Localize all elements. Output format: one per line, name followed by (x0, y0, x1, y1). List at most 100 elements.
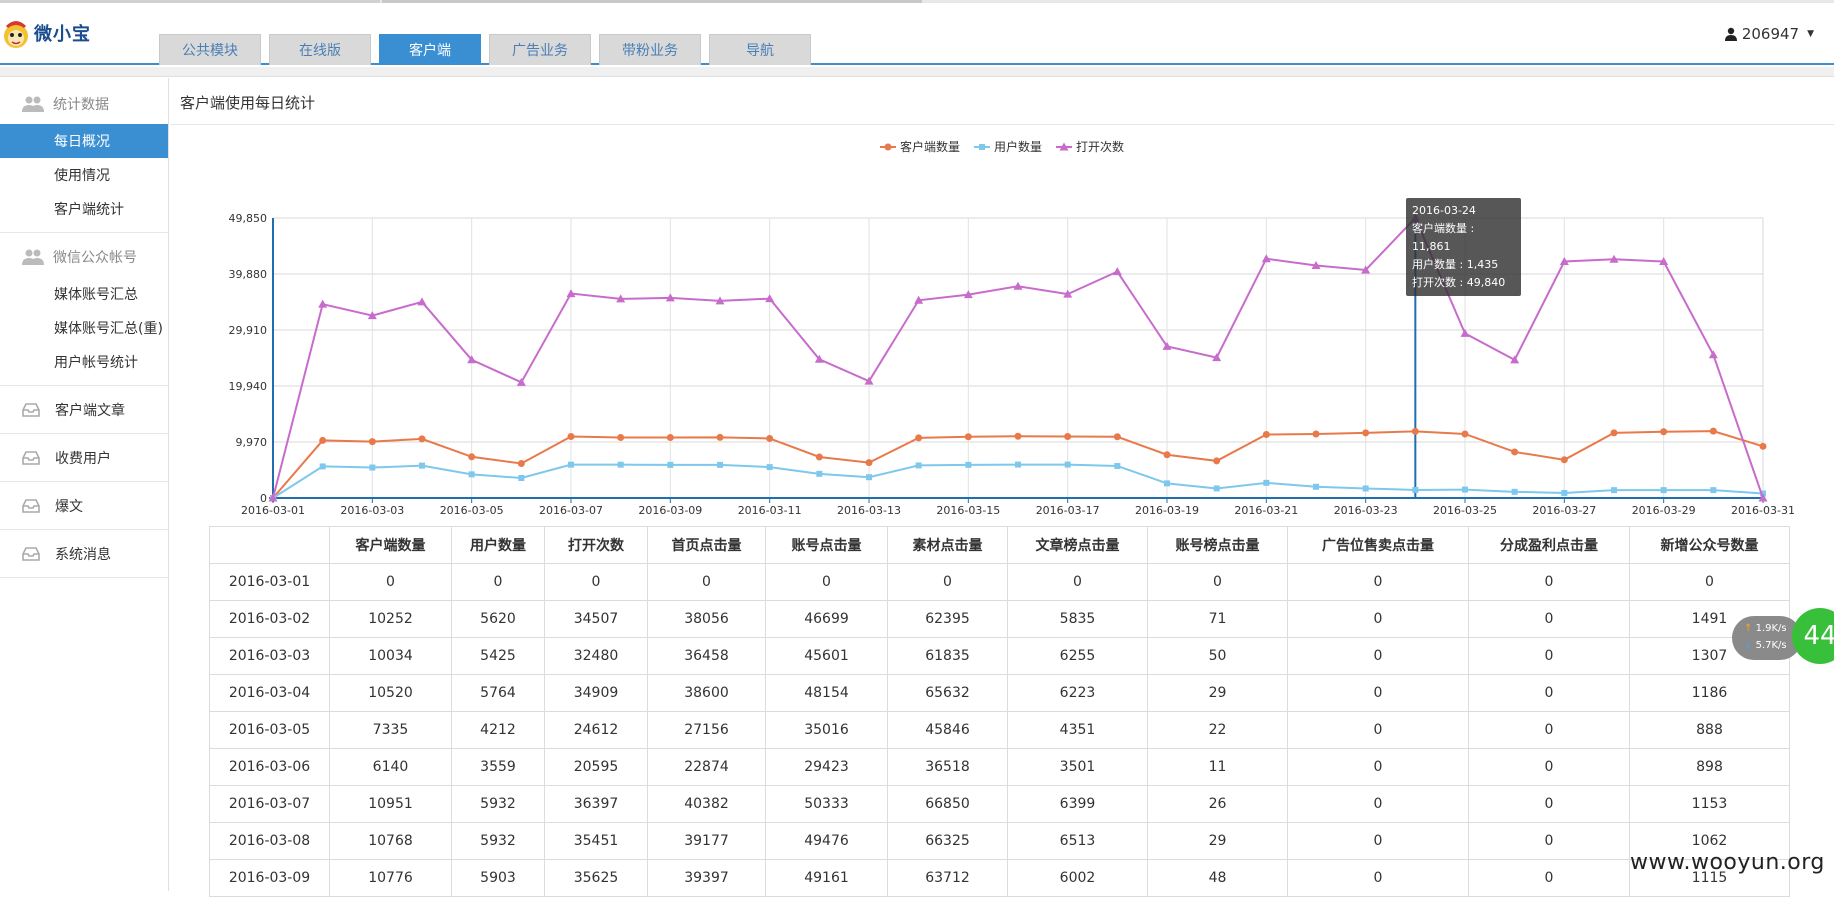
sidebar-link-client-articles[interactable]: 客户端文章 (0, 386, 168, 434)
sidebar-link-hot-articles[interactable]: 爆文 (0, 482, 168, 530)
table-cell: 0 (451, 563, 545, 601)
user-name: 206947 (1741, 25, 1800, 43)
sidebar-item-user-account-stats[interactable]: 用户帐号统计 (0, 345, 168, 379)
data-point (1710, 487, 1717, 494)
mascot-logo-icon (4, 21, 28, 48)
daily-stats-chart: 49,85039,88029,91019,9409,97002016-03-01… (229, 139, 1795, 515)
sidebar-link-system-messages[interactable]: 系统消息 (0, 530, 168, 578)
table-row: 2016-03-02 10252 5620 34507 38056 46699 62395 5… (209, 600, 1790, 638)
table-cell: 6223 (1007, 674, 1148, 712)
y-tick-label: 39,880 (229, 268, 268, 281)
table-row: 2016-03-08 10768 5932 35451 39177 49476 66325 6… (209, 822, 1790, 860)
data-point (716, 433, 724, 441)
users-icon (22, 249, 44, 265)
data-point (568, 461, 574, 468)
data-point (717, 461, 723, 468)
table-cell: 10951 (329, 785, 452, 823)
inbox-icon (22, 498, 40, 513)
table-cell: 0 (1468, 748, 1630, 786)
page-title: 客户端使用每日统计 (180, 94, 316, 112)
table-cell: 0 (1007, 563, 1148, 601)
sidebar-item-media-summary-heavy[interactable]: 媒体账号汇总(重) (0, 311, 168, 345)
data-point (915, 462, 922, 469)
table-cell: 10520 (329, 674, 452, 712)
table-date-cell: 2016-03-06 (209, 748, 330, 786)
tab-navigation[interactable]: 导航 (709, 34, 811, 65)
data-point (1660, 487, 1667, 494)
tab-public-module[interactable]: 公共模块 (159, 34, 261, 65)
sidebar-group-stats[interactable]: 统计数据 (0, 84, 168, 124)
table-cell: 0 (1287, 711, 1469, 749)
x-tick-label: 2016-03-19 (1135, 504, 1199, 515)
table-cell: 0 (329, 563, 452, 601)
table-cell: 45846 (887, 711, 1008, 749)
sidebar-group-wechat[interactable]: 微信公众帐号 (0, 237, 168, 277)
table-cell: 5932 (451, 785, 545, 823)
sidebar-link-label: 客户端文章 (55, 402, 125, 419)
table-cell: 27156 (647, 711, 766, 749)
table-cell: 34909 (544, 674, 648, 712)
table-cell: 5835 (1007, 600, 1148, 638)
table-cell: 0 (647, 563, 766, 601)
speed-badge: 44 (1792, 608, 1834, 664)
data-point (1263, 479, 1270, 486)
user-menu[interactable]: 206947 ▼ (1724, 25, 1814, 43)
tab-ad-business[interactable]: 广告业务 (489, 34, 591, 65)
network-speed-widget[interactable]: ↑ 1.9K/s ↓ 5.7K/s 44 (1730, 608, 1834, 668)
sidebar-link-paid-users[interactable]: 收费用户 (0, 434, 168, 482)
y-tick-label: 29,910 (229, 324, 268, 337)
tooltip-line: 打开次数 : 49,840 (1412, 276, 1506, 289)
table-header-row: 客户端数量 用户数量 打开次数 首页点击量 账号点击量 素材点击量 文章榜点击量 账号榜点击量… (209, 526, 1790, 564)
sidebar-item-client-stats[interactable]: 客户端统计 (0, 192, 168, 226)
sidebar-item-usage[interactable]: 使用情况 (0, 158, 168, 192)
data-point (468, 453, 476, 461)
legend-marker (979, 144, 985, 150)
inbox-icon (22, 546, 40, 561)
y-tick-label: 9,970 (236, 436, 268, 449)
table-cell: 62395 (887, 600, 1008, 638)
table-cell: 35451 (544, 822, 648, 860)
data-point (1015, 461, 1021, 468)
sidebar-group-label: 微信公众帐号 (53, 250, 137, 266)
data-point (1511, 488, 1518, 495)
x-tick-label: 2016-03-11 (738, 504, 802, 515)
logo[interactable]: 微小宝 (2, 13, 172, 53)
data-point (319, 463, 326, 470)
user-icon (1724, 27, 1737, 41)
data-point (964, 433, 972, 441)
sidebar-item-media-summary[interactable]: 媒体账号汇总 (0, 277, 168, 311)
data-point (1362, 429, 1370, 437)
top-tabs: 公共模块 在线版 客户端 广告业务 带粉业务 导航 (159, 34, 819, 65)
table-cell: 0 (1468, 600, 1630, 638)
table-cell: 0 (1468, 637, 1630, 675)
tooltip-line: 客户端数量 : 11,861 (1412, 222, 1475, 253)
sidebar-item-daily-overview[interactable]: 每日概况 (0, 124, 168, 158)
tooltip-line: 用户数量 : 1,435 (1412, 258, 1499, 271)
data-point (1113, 433, 1121, 441)
data-point (368, 438, 376, 446)
data-point (1759, 442, 1767, 450)
data-point (468, 471, 475, 478)
table-cell: 0 (1287, 748, 1469, 786)
tab-online[interactable]: 在线版 (269, 34, 371, 65)
tab-client[interactable]: 客户端 (379, 34, 481, 65)
inbox-icon (22, 450, 40, 465)
x-tick-label: 2016-03-31 (1731, 504, 1795, 515)
table-cell: 0 (1287, 674, 1469, 712)
y-tick-label: 49,850 (229, 212, 268, 225)
data-point (667, 461, 674, 468)
data-point (1213, 485, 1220, 492)
data-point (617, 461, 624, 468)
tab-fans-business[interactable]: 带粉业务 (599, 34, 701, 65)
table-row: 2016-03-01 0 0 0 0 0 0 0 0 0 0 0 (209, 563, 1790, 601)
x-tick-label: 2016-03-09 (638, 504, 702, 515)
table-header-cell: 账号点击量 (765, 526, 888, 564)
table-cell: 32480 (544, 637, 648, 675)
table-cell: 20595 (544, 748, 648, 786)
legend-label: 打开次数 (1076, 139, 1124, 154)
table-date-cell: 2016-03-04 (209, 674, 330, 712)
table-cell: 0 (1468, 785, 1630, 823)
data-point (369, 464, 376, 471)
table-cell: 7335 (329, 711, 452, 749)
table-cell: 6513 (1007, 822, 1148, 860)
